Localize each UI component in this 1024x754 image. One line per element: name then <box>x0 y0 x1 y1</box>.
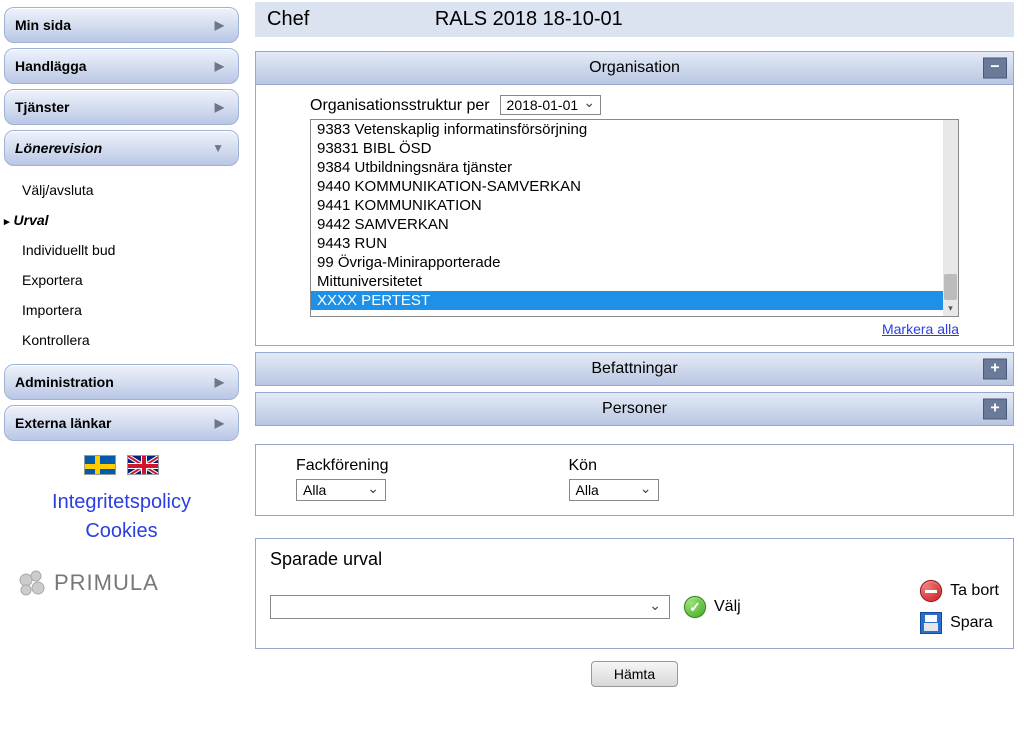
link-integritetspolicy[interactable]: Integritetspolicy <box>4 488 239 517</box>
org-listbox[interactable]: 9383 Vetenskaplig informatinsförsörjning… <box>310 119 959 317</box>
link-cookies[interactable]: Cookies <box>4 517 239 546</box>
sidebar-item-label: Administration <box>15 374 114 390</box>
chevron-right-icon: ▶ <box>215 416 224 430</box>
submenu-lonerevision: Välj/avsluta Urval Individuellt bud Expo… <box>4 171 239 359</box>
logo-text: PRIMULA <box>54 570 159 596</box>
submenu-item-individuellt-bud[interactable]: Individuellt bud <box>18 235 239 265</box>
panel-header-organisation[interactable]: Organisation − <box>255 51 1014 85</box>
panel-header-befattningar[interactable]: Befattningar + <box>255 352 1014 386</box>
panel-header-personer[interactable]: Personer + <box>255 392 1014 426</box>
list-item[interactable]: Mittuniversitetet <box>311 272 958 291</box>
scroll-down-icon[interactable]: ▾ <box>943 301 958 316</box>
sidebar-item-label: Tjänster <box>15 99 69 115</box>
check-icon: ✓ <box>684 596 706 618</box>
fackforening-label: Fackförening <box>296 457 389 475</box>
expand-icon[interactable]: + <box>983 399 1007 420</box>
kon-select[interactable]: Alla <box>569 479 659 501</box>
spara-button[interactable]: Spara <box>920 612 999 634</box>
sidebar-item-externa-lankar[interactable]: Externa länkar ▶ <box>4 405 239 441</box>
sidebar-item-tjanster[interactable]: Tjänster ▶ <box>4 89 239 125</box>
page-title-bar: Chef RALS 2018 18-10-01 <box>255 2 1014 37</box>
list-item[interactable]: 9442 SAMVERKAN <box>311 215 958 234</box>
listbox-scrollbar[interactable]: ▾ <box>943 120 958 316</box>
filter-panel: Fackförening Alla Kön Alla <box>255 444 1014 516</box>
page-title: RALS 2018 18-10-01 <box>435 8 623 30</box>
link-markera-alla[interactable]: Markera alla <box>882 321 959 337</box>
sidebar-item-min-sida[interactable]: Min sida ▶ <box>4 7 239 43</box>
org-struct-label: Organisationsstruktur per <box>310 97 490 114</box>
submenu-item-valj-avsluta[interactable]: Välj/avsluta <box>18 175 239 205</box>
chevron-down-icon: ▼ <box>212 141 224 155</box>
saved-heading: Sparade urval <box>270 549 999 570</box>
hamta-button[interactable]: Hämta <box>591 661 678 687</box>
list-item[interactable]: 9440 KOMMUNIKATION-SAMVERKAN <box>311 177 958 196</box>
saved-select[interactable] <box>270 595 670 619</box>
saved-selection-panel: Sparade urval ✓ Välj Ta bort Spara <box>255 538 1014 649</box>
panel-heading: Befattningar <box>591 360 677 377</box>
chevron-right-icon: ▶ <box>215 100 224 114</box>
chevron-right-icon: ▶ <box>215 59 224 73</box>
submenu-item-importera[interactable]: Importera <box>18 295 239 325</box>
main-content: Chef RALS 2018 18-10-01 Organisation − O… <box>245 0 1024 754</box>
list-item[interactable]: 93831 BIBL ÖSD <box>311 139 958 158</box>
sidebar-item-label: Min sida <box>15 17 71 33</box>
org-date-select[interactable]: 2018-01-01 <box>500 95 602 115</box>
panel-heading: Personer <box>602 400 667 417</box>
sidebar-item-handlagga[interactable]: Handlägga ▶ <box>4 48 239 84</box>
flag-se-icon[interactable] <box>84 455 116 475</box>
submenu-item-exportera[interactable]: Exportera <box>18 265 239 295</box>
sidebar-item-label: Lönerevision <box>15 140 102 156</box>
chevron-right-icon: ▶ <box>215 18 224 32</box>
panel-heading: Organisation <box>589 59 680 76</box>
sidebar: Min sida ▶ Handlägga ▶ Tjänster ▶ Lönere… <box>0 0 245 754</box>
list-item[interactable]: 9443 RUN <box>311 234 958 253</box>
save-icon <box>920 612 942 634</box>
flower-icon <box>16 566 50 600</box>
list-item[interactable]: 9383 Vetenskaplig informatinsförsörjning <box>311 120 958 139</box>
list-item[interactable]: XXXX PERTEST <box>311 291 958 310</box>
policy-links: Integritetspolicy Cookies <box>4 488 239 546</box>
flag-uk-icon[interactable] <box>127 455 159 475</box>
user-role: Chef <box>267 8 309 30</box>
primula-logo: PRIMULA <box>4 566 239 600</box>
language-flags <box>4 455 239 478</box>
fackforening-select[interactable]: Alla <box>296 479 386 501</box>
sidebar-item-lonerevision[interactable]: Lönerevision ▼ <box>4 130 239 166</box>
sidebar-item-label: Externa länkar <box>15 415 112 431</box>
list-item[interactable]: 9441 KOMMUNIKATION <box>311 196 958 215</box>
sidebar-item-administration[interactable]: Administration ▶ <box>4 364 239 400</box>
submenu-item-kontrollera[interactable]: Kontrollera <box>18 325 239 355</box>
collapse-icon[interactable]: − <box>983 58 1007 79</box>
chevron-right-icon: ▶ <box>215 375 224 389</box>
valj-button[interactable]: ✓ Välj <box>684 596 741 618</box>
kon-label: Kön <box>569 457 659 475</box>
remove-icon <box>920 580 942 602</box>
scrollbar-thumb[interactable] <box>944 274 957 300</box>
submenu-item-urval[interactable]: Urval <box>18 205 239 235</box>
list-item[interactable]: 99 Övriga-Minirapporterade <box>311 253 958 272</box>
panel-body-organisation: Organisationsstruktur per 2018-01-01 938… <box>255 85 1014 346</box>
sidebar-item-label: Handlägga <box>15 58 87 74</box>
tabort-button[interactable]: Ta bort <box>920 580 999 602</box>
expand-icon[interactable]: + <box>983 359 1007 380</box>
list-item[interactable]: 9384 Utbildningsnära tjänster <box>311 158 958 177</box>
